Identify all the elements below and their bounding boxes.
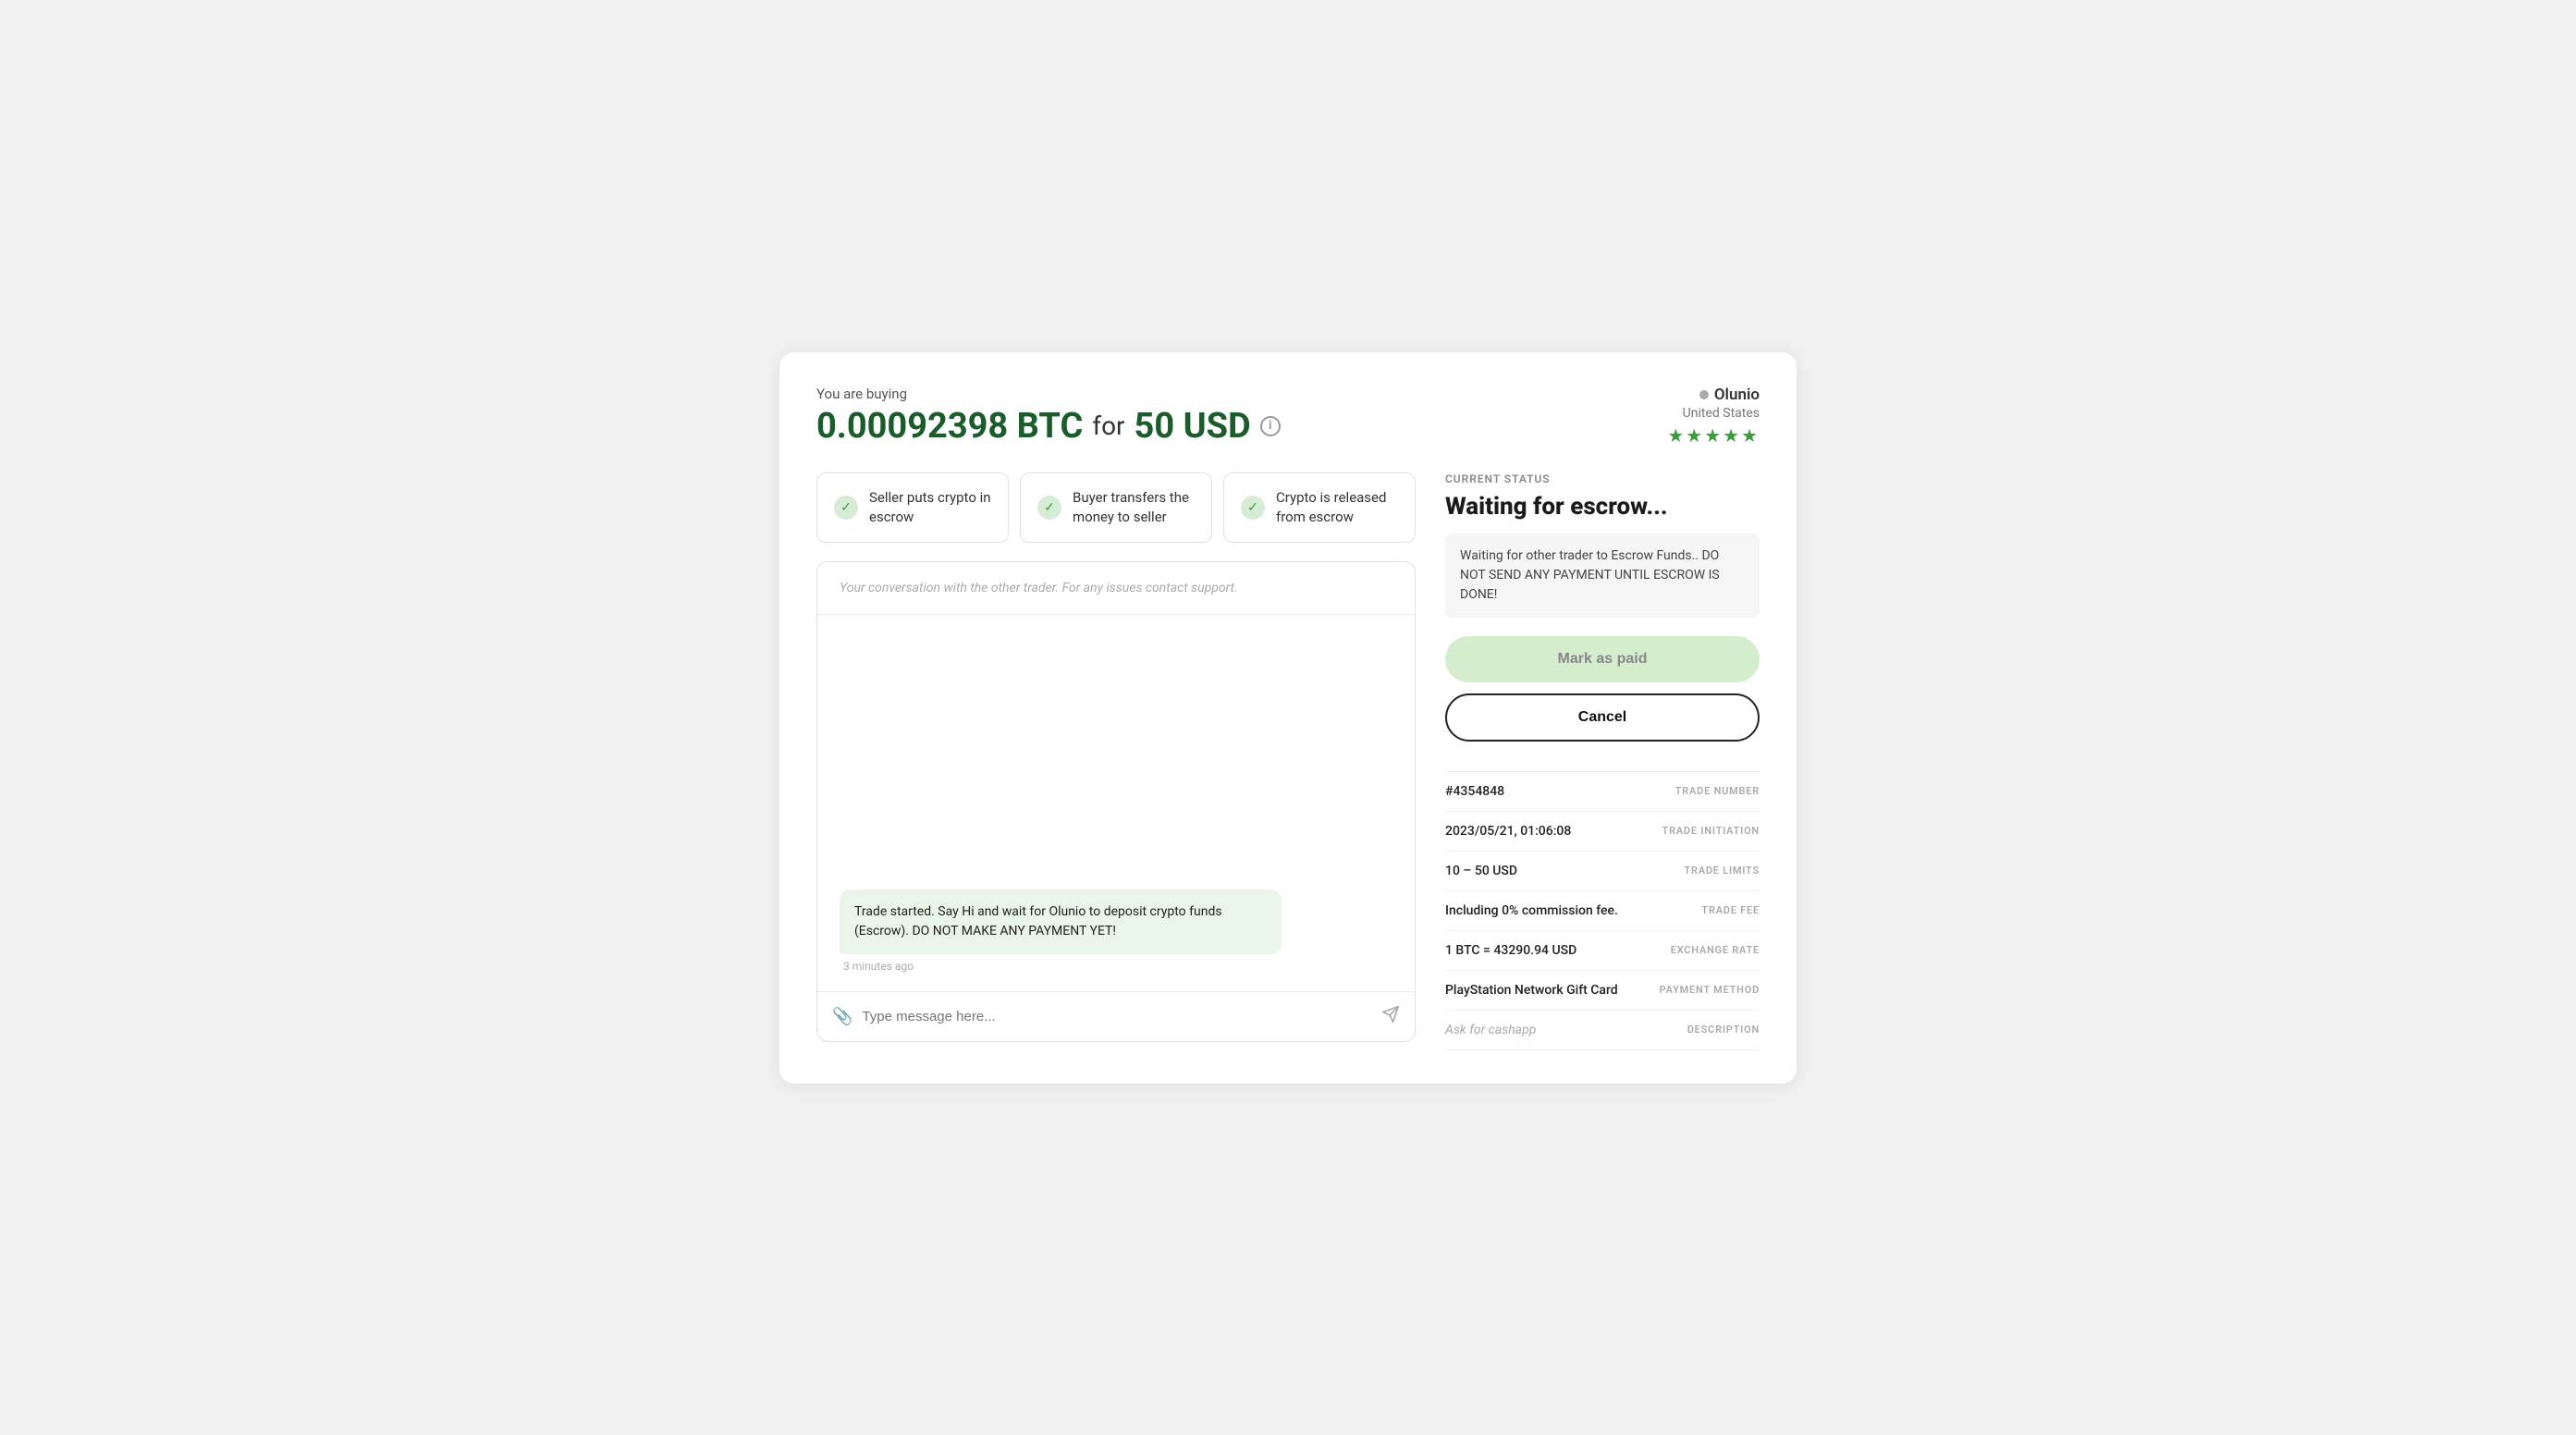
trade-fee-value: Including 0% commission fee.	[1445, 903, 1618, 918]
chat-bubble-container: Trade started. Say Hi and wait for Oluni…	[840, 889, 1282, 973]
status-title: Waiting for escrow...	[1445, 493, 1760, 521]
description-value: Ask for cashapp	[1445, 1023, 1536, 1037]
trade-limits-value: 10 – 50 USD	[1445, 864, 1517, 878]
step-card-2: ✓ Buyer transfers the money to seller	[1020, 472, 1212, 543]
chat-messages: Trade started. Say Hi and wait for Oluni…	[817, 615, 1415, 991]
step-label-3: Crypto is released from escrow	[1276, 488, 1398, 527]
exchange-rate-label: EXCHANGE RATE	[1671, 944, 1760, 956]
header-row: You are buying 0.00092398 BTC for 50 USD…	[816, 386, 1760, 447]
header-right: Olunio United States ★★★★★	[1667, 386, 1760, 447]
exchange-rate-row: 1 BTC = 43290.94 USD EXCHANGE RATE	[1445, 931, 1760, 971]
seller-status-dot	[1699, 390, 1709, 399]
step-check-2: ✓	[1037, 496, 1061, 520]
trade-limits-label: TRADE LIMITS	[1684, 865, 1760, 877]
cancel-button[interactable]: Cancel	[1445, 693, 1760, 742]
send-icon[interactable]	[1381, 1005, 1400, 1028]
mark-as-paid-button[interactable]: Mark as paid	[1445, 636, 1760, 682]
trade-fee-label: TRADE FEE	[1701, 904, 1760, 916]
for-label: for	[1092, 411, 1124, 441]
description-row: Ask for cashapp DESCRIPTION	[1445, 1011, 1760, 1050]
exchange-rate-value: 1 BTC = 43290.94 USD	[1445, 943, 1576, 958]
btc-amount: 0.00092398 BTC	[816, 406, 1083, 447]
trade-number-row: #4354848 TRADE NUMBER	[1445, 772, 1760, 812]
trade-initiation-value: 2023/05/21, 01:06:08	[1445, 824, 1571, 839]
trade-number-value: #4354848	[1445, 784, 1504, 799]
step-card-1: ✓ Seller puts crypto in escrow	[816, 472, 1009, 543]
trade-initiation-row: 2023/05/21, 01:06:08 TRADE INITIATION	[1445, 812, 1760, 852]
right-panel: CURRENT STATUS Waiting for escrow... Wai…	[1445, 472, 1760, 1050]
usd-amount: 50 USD	[1135, 406, 1251, 447]
left-panel: ✓ Seller puts crypto in escrow ✓ Buyer t…	[816, 472, 1416, 1050]
trade-details: #4354848 TRADE NUMBER 2023/05/21, 01:06:…	[1445, 771, 1760, 1050]
attach-icon[interactable]: 📎	[832, 1007, 853, 1026]
trade-amount: 0.00092398 BTC for 50 USD i	[816, 406, 1281, 447]
seller-name-text: Olunio	[1714, 386, 1760, 404]
trade-initiation-label: TRADE INITIATION	[1662, 825, 1760, 837]
step-card-3: ✓ Crypto is released from escrow	[1223, 472, 1416, 543]
chat-input-row: 📎	[817, 991, 1415, 1041]
trade-number-label: TRADE NUMBER	[1675, 785, 1760, 797]
page-container: You are buying 0.00092398 BTC for 50 USD…	[779, 352, 1797, 1084]
you-are-buying-label: You are buying	[816, 386, 1281, 402]
chat-container: Your conversation with the other trader.…	[816, 561, 1416, 1042]
step-check-3: ✓	[1241, 496, 1265, 520]
current-status-label: CURRENT STATUS	[1445, 472, 1760, 485]
trade-limits-row: 10 – 50 USD TRADE LIMITS	[1445, 852, 1760, 891]
payment-method-value: PlayStation Network Gift Card	[1445, 983, 1618, 998]
step-check-1: ✓	[834, 496, 858, 520]
header-left: You are buying 0.00092398 BTC for 50 USD…	[816, 386, 1281, 447]
chat-notice: Your conversation with the other trader.…	[817, 562, 1415, 615]
payment-method-label: PAYMENT METHOD	[1660, 984, 1760, 996]
description-label: DESCRIPTION	[1687, 1024, 1760, 1036]
steps-row: ✓ Seller puts crypto in escrow ✓ Buyer t…	[816, 472, 1416, 543]
chat-bubble: Trade started. Say Hi and wait for Oluni…	[840, 889, 1282, 954]
main-content: ✓ Seller puts crypto in escrow ✓ Buyer t…	[816, 472, 1760, 1050]
seller-country: United States	[1667, 406, 1760, 421]
info-icon[interactable]: i	[1260, 416, 1281, 436]
step-label-2: Buyer transfers the money to seller	[1073, 488, 1195, 527]
payment-method-row: PlayStation Network Gift Card PAYMENT ME…	[1445, 971, 1760, 1011]
trade-fee-row: Including 0% commission fee. TRADE FEE	[1445, 891, 1760, 931]
seller-name: Olunio	[1667, 386, 1760, 404]
seller-stars: ★★★★★	[1667, 424, 1760, 447]
chat-time: 3 minutes ago	[840, 960, 914, 973]
step-label-1: Seller puts crypto in escrow	[869, 488, 991, 527]
chat-input[interactable]	[862, 1009, 1372, 1024]
status-info-box: Waiting for other trader to Escrow Funds…	[1445, 534, 1760, 618]
